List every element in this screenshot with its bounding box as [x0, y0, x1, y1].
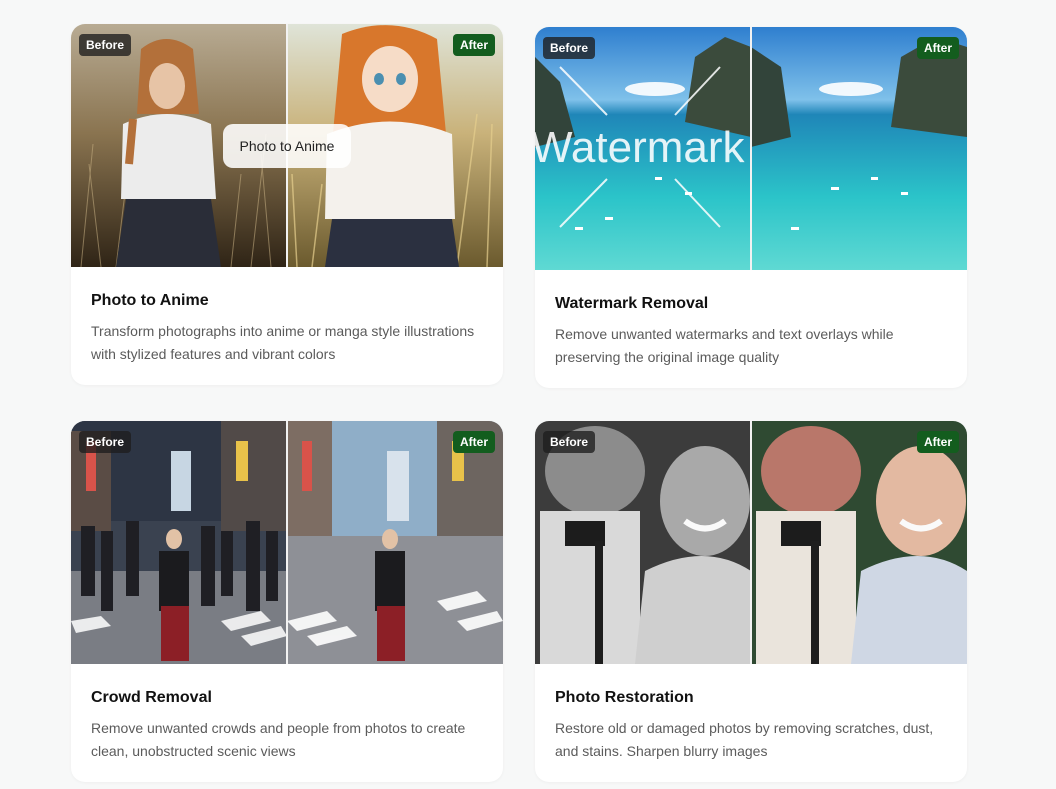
card-title: Photo Restoration [555, 689, 694, 706]
after-image [287, 421, 503, 664]
after-image [751, 27, 967, 270]
feature-card-photo-restoration[interactable]: Before After Photo Restoration Restore o… [535, 421, 967, 782]
before-after-slider[interactable]: Before After [535, 421, 967, 664]
after-image [751, 421, 967, 664]
before-badge: Before [543, 431, 596, 453]
before-after-slider[interactable]: Watermark Before After [535, 27, 967, 270]
slider-divider[interactable] [750, 27, 752, 270]
before-image: Watermark [535, 27, 751, 270]
feature-card-crowd-removal[interactable]: Before After Crowd Removal Remove unwant… [71, 421, 503, 782]
before-image [535, 421, 751, 664]
before-after-slider[interactable]: Before After Photo to Anime [71, 24, 503, 267]
feature-card-photo-to-anime[interactable]: Before After Photo to Anime Photo to Ani… [71, 24, 503, 385]
after-badge: After [916, 37, 959, 59]
card-title: Photo to Anime [91, 292, 209, 309]
card-title: Watermark Removal [555, 295, 709, 312]
before-badge: Before [79, 34, 132, 56]
card-description: Transform photographs into anime or mang… [91, 323, 475, 362]
slider-divider[interactable] [750, 421, 752, 664]
before-badge: Before [79, 431, 132, 453]
before-after-slider[interactable]: Before After [71, 421, 503, 664]
watermark-overlay-text: Watermark [535, 123, 745, 172]
card-description: Restore old or damaged photos by removin… [555, 720, 934, 759]
feature-card-watermark-removal[interactable]: Watermark Before After Watermark Removal… [535, 27, 967, 388]
slider-center-label: Photo to Anime [223, 124, 351, 168]
before-image [71, 421, 287, 664]
after-badge: After [452, 34, 495, 56]
card-description: Remove unwanted watermarks and text over… [555, 326, 894, 365]
slider-divider[interactable] [286, 421, 288, 664]
card-title: Crowd Removal [91, 689, 212, 706]
before-badge: Before [543, 37, 596, 59]
after-badge: After [916, 431, 959, 453]
after-badge: After [452, 431, 495, 453]
card-description: Remove unwanted crowds and people from p… [91, 720, 466, 759]
